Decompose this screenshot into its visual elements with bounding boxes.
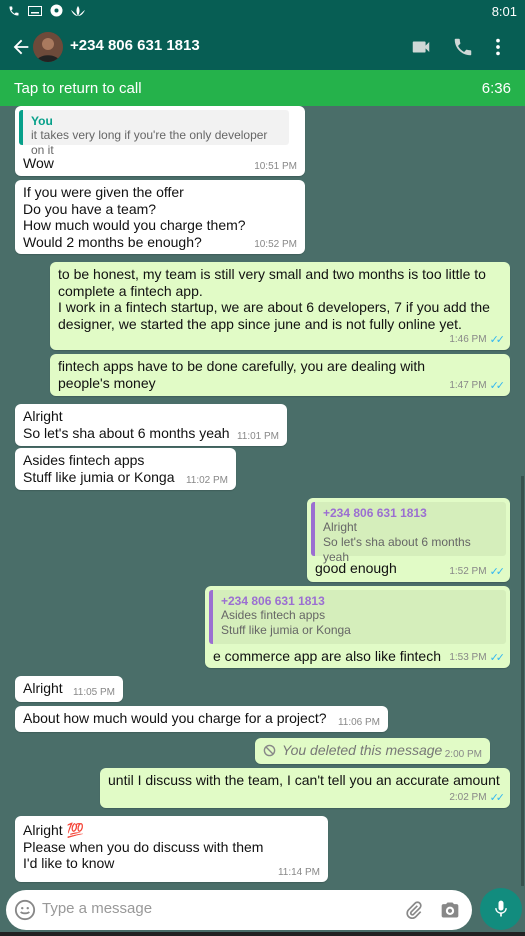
message-incoming[interactable]: Asides fintech apps Stuff like jumia or … (15, 448, 236, 490)
return-to-call-bar[interactable]: Tap to return to call 6:36 (0, 70, 525, 106)
phone-icon[interactable] (451, 36, 475, 58)
message-incoming[interactable]: About how much would you charge for a pr… (15, 706, 388, 732)
emoji-icon[interactable] (14, 899, 36, 921)
message-outgoing[interactable]: +234 806 631 1813 Asides fintech apps St… (205, 586, 510, 668)
quoted-message[interactable]: +234 806 631 1813 Asides fintech apps St… (209, 590, 506, 644)
message-incoming[interactable]: Alright So let's sha about 6 months yeah… (15, 404, 287, 446)
message-text: If you were given the offer Do you have … (23, 184, 246, 250)
avatar[interactable] (33, 32, 63, 62)
message-time: 11:14 PM (277, 867, 320, 878)
message-text: Asides fintech apps Stuff like jumia or … (23, 452, 175, 485)
quote-text: Asides fintech apps Stuff like jumia or … (221, 608, 351, 637)
message-time: 11:06 PM (337, 717, 380, 728)
message-text: to be honest, my team is still very smal… (58, 266, 490, 332)
message-outgoing[interactable]: to be honest, my team is still very smal… (50, 262, 510, 350)
camera-icon[interactable] (440, 900, 460, 920)
message-text: until I discuss with the team, I can't t… (108, 772, 500, 788)
message-text: fintech apps have to be done carefully, … (58, 358, 426, 391)
message-text: You deleted this message (282, 742, 443, 758)
back-arrow-icon[interactable] (10, 36, 32, 58)
chat-header: +234 806 631 1813 (0, 24, 525, 70)
message-text: Alright (23, 680, 63, 696)
status-bar: 8:01 (0, 0, 525, 24)
chat-area: You it takes very long if you're the onl… (0, 106, 525, 884)
read-ticks-icon: ✓✓ (489, 792, 506, 804)
read-ticks-icon: ✓✓ (489, 566, 506, 578)
message-time: 10:51 PM (254, 161, 297, 172)
quote-text: it takes very long if you're the only de… (31, 128, 268, 157)
soccer-status-icon (50, 4, 63, 17)
message-time: 1:46 PM (449, 334, 487, 345)
quoted-message[interactable]: +234 806 631 1813 Alright So let's sha a… (311, 502, 506, 564)
phone-status-icon (9, 6, 19, 15)
message-text: good enough (315, 560, 397, 576)
message-time: 11:05 PM (72, 687, 115, 698)
quote-sender: +234 806 631 1813 (323, 506, 427, 520)
message-time: 2:00 PM (444, 749, 482, 760)
message-text: Alright So let's sha about 6 months yeah (23, 408, 230, 441)
contact-name[interactable]: +234 806 631 1813 (70, 37, 200, 54)
message-text: Alright 💯 Please when you do discuss wit… (23, 822, 264, 871)
call-duration: 6:36 (481, 80, 511, 97)
message-incoming[interactable]: You it takes very long if you're the onl… (15, 106, 305, 176)
message-time: 1:47 PM (449, 380, 487, 391)
message-input[interactable]: Type a message (42, 900, 152, 917)
keyboard-status-icon (28, 5, 42, 16)
more-icon[interactable] (490, 36, 506, 58)
status-time: 8:01 (491, 4, 517, 19)
mic-icon (495, 900, 507, 917)
message-outgoing[interactable]: fintech apps have to be done carefully, … (50, 354, 510, 396)
quote-sender: You (31, 114, 53, 128)
message-incoming[interactable]: If you were given the offer Do you have … (15, 180, 305, 254)
message-time: 2:02 PM (449, 792, 487, 803)
read-ticks-icon: ✓✓ (489, 334, 506, 346)
deleted-message[interactable]: You deleted this message 2:00 PM (255, 738, 490, 764)
message-incoming[interactable]: Alright 11:05 PM (15, 676, 123, 702)
scrollbar[interactable] (521, 476, 524, 886)
quote-sender: +234 806 631 1813 (221, 594, 325, 608)
message-time: 1:52 PM (449, 566, 487, 577)
video-icon[interactable] (409, 36, 433, 58)
message-time: 1:53 PM (449, 652, 487, 663)
blocked-icon (263, 744, 276, 757)
message-time: 11:01 PM (236, 431, 279, 442)
quote-text: Alright So let's sha about 6 months yeah (323, 520, 471, 564)
system-nav-bar (0, 932, 525, 936)
quoted-message[interactable]: You it takes very long if you're the onl… (19, 110, 289, 157)
mic-button[interactable] (480, 888, 522, 930)
read-ticks-icon: ✓✓ (489, 652, 506, 664)
message-time: 10:52 PM (254, 239, 297, 250)
message-outgoing[interactable]: until I discuss with the team, I can't t… (100, 768, 510, 808)
message-incoming[interactable]: Alright 💯 Please when you do discuss wit… (15, 816, 328, 882)
message-time: 11:02 PM (185, 475, 228, 486)
message-text: Wow (23, 155, 54, 171)
message-outgoing[interactable]: +234 806 631 1813 Alright So let's sha a… (307, 498, 510, 582)
message-text: About how much would you charge for a pr… (23, 710, 327, 726)
message-text: e commerce app are also like fintech (213, 648, 441, 664)
attach-icon[interactable] (404, 900, 424, 920)
lotus-status-icon (71, 5, 85, 16)
message-composer[interactable]: Type a message (6, 890, 472, 930)
return-call-label: Tap to return to call (14, 80, 142, 97)
read-ticks-icon: ✓✓ (489, 380, 506, 392)
